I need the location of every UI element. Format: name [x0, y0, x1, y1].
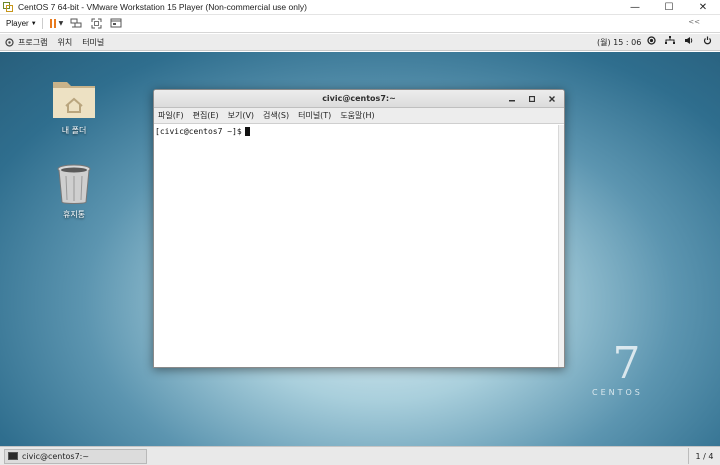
gnome-top-bar: 프로그램 위치 터미널 (월) 15 : 06: [0, 34, 720, 51]
terminal-menubar: 파일(F) 편집(E) 보기(V) 검색(S) 터미널(T) 도움말(H): [154, 108, 564, 124]
network-computers-icon: [70, 18, 82, 28]
desktop-icon-label: 내 폴더: [61, 126, 87, 135]
trash-icon: [57, 164, 91, 204]
menu-terminal[interactable]: 터미널: [82, 37, 104, 48]
centos-version-number: 7: [612, 338, 641, 389]
send-ctrl-alt-del-button[interactable]: [69, 17, 83, 31]
pause-button[interactable]: [49, 19, 56, 28]
power-icon[interactable]: [703, 36, 712, 45]
terminal-output[interactable]: [civic@centos7 ~]$: [154, 125, 558, 367]
centos-wordmark: CENTOS: [592, 388, 643, 397]
terminal-minimize-button[interactable]: [506, 93, 518, 105]
close-icon: [549, 96, 555, 102]
menu-help[interactable]: 도움말(H): [340, 110, 374, 121]
gnome-menu: 프로그램 위치 터미널: [0, 37, 114, 48]
system-tray: [647, 36, 712, 45]
terminal-icon: [8, 452, 18, 460]
terminal-maximize-button[interactable]: [526, 93, 538, 105]
collapse-toolbar-button[interactable]: <<: [688, 18, 700, 26]
close-button[interactable]: ✕: [686, 0, 720, 15]
terminal-window-controls: [506, 92, 558, 106]
fullscreen-icon: [91, 18, 102, 29]
vmware-window-title: CentOS 7 64-bit - VMware Workstation 15 …: [18, 2, 307, 12]
terminal-titlebar[interactable]: civic@centos7:~: [154, 90, 564, 108]
player-menu-label: Player: [6, 19, 29, 28]
terminal-title: civic@centos7:~: [322, 94, 396, 103]
menu-edit[interactable]: 편집(E): [193, 110, 219, 121]
chevron-down-icon: ▼: [30, 20, 37, 27]
pause-menu-chevron-icon[interactable]: ▼: [59, 20, 64, 27]
text-cursor: [244, 127, 250, 136]
terminal-window[interactable]: civic@centos7:~ 파일(F) 편집(E) 보기(V) 검색(S) …: [153, 89, 565, 368]
shell-prompt: [civic@centos7 ~]$: [155, 127, 242, 136]
terminal-scrollbar[interactable]: [558, 125, 564, 367]
menu-places[interactable]: 위치: [57, 37, 72, 48]
unity-window-icon: [110, 18, 122, 28]
menu-file[interactable]: 파일(F): [158, 110, 184, 121]
desktop[interactable]: 내 폴더 휴지통 7 CENTOS civic@centos7:~ 파일(F) …: [0, 52, 720, 446]
home-folder-icon: [53, 82, 95, 118]
minimize-icon: [509, 100, 515, 102]
terminal-close-button[interactable]: [546, 93, 558, 105]
menu-search[interactable]: 검색(S): [263, 110, 289, 121]
minimize-button[interactable]: —: [618, 0, 652, 15]
vmware-titlebar: CentOS 7 64-bit - VMware Workstation 15 …: [0, 0, 720, 15]
fullscreen-button[interactable]: [89, 17, 103, 31]
prompt-line: [civic@centos7 ~]$: [155, 127, 558, 136]
clock[interactable]: (월) 15 : 06: [597, 37, 641, 48]
menu-terminal[interactable]: 터미널(T): [298, 110, 331, 121]
maximize-button[interactable]: ☐: [652, 0, 686, 15]
volume-icon[interactable]: [684, 36, 694, 45]
unity-mode-button[interactable]: [109, 17, 123, 31]
menu-applications[interactable]: 프로그램: [18, 37, 47, 48]
network-icon[interactable]: [665, 36, 675, 45]
vmware-toolbar: Player ▼ ▼ <<: [0, 15, 720, 33]
workspace-switcher[interactable]: 1 / 4: [688, 448, 720, 464]
desktop-icon-home[interactable]: 내 폴더: [44, 76, 104, 136]
applications-menu-icon: [5, 37, 14, 47]
window-controls: — ☐ ✕: [618, 0, 720, 15]
taskbar-item-terminal[interactable]: civic@centos7:~: [4, 448, 147, 464]
pause-icon: [49, 19, 52, 28]
maximize-icon: [529, 96, 535, 102]
toolbar-divider: [41, 18, 43, 29]
vmware-logo-icon: [3, 2, 13, 12]
menu-view[interactable]: 보기(V): [228, 110, 254, 121]
desktop-icon-trash[interactable]: 휴지통: [44, 162, 104, 220]
record-icon[interactable]: [647, 36, 656, 45]
bottom-taskbar: civic@centos7:~ 1 / 4: [0, 446, 720, 465]
desktop-icon-label: 휴지통: [62, 210, 86, 219]
taskbar-item-label: civic@centos7:~: [22, 451, 90, 461]
player-menu-button[interactable]: Player ▼: [6, 19, 37, 28]
centos-watermark: 7 CENTOS: [592, 338, 643, 398]
